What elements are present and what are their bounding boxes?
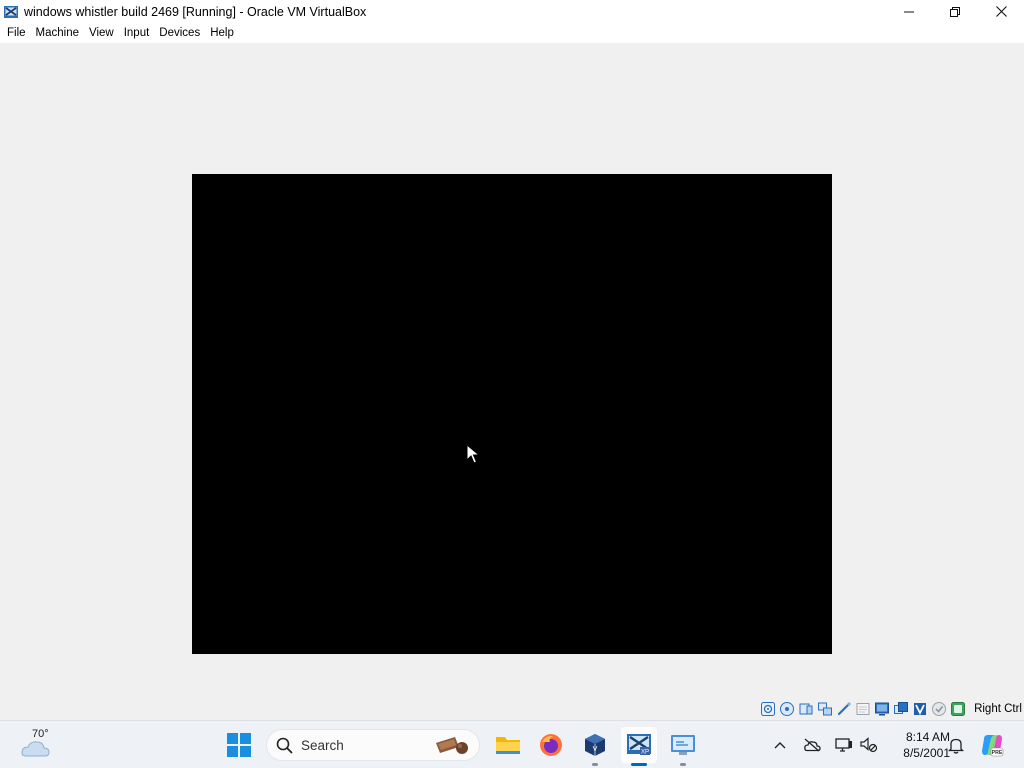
chevron-up-icon (774, 742, 786, 749)
search-icon (276, 737, 293, 753)
menu-devices[interactable]: Devices (154, 23, 205, 43)
cpu-icon[interactable] (912, 701, 928, 717)
shared-folders-icon[interactable] (855, 701, 871, 717)
menu-help[interactable]: Help (205, 23, 239, 43)
copilot-icon: PRE (982, 735, 1004, 757)
recording-icon[interactable] (893, 701, 909, 717)
mouse-pointer-icon (466, 444, 480, 464)
mouse-integration-icon[interactable] (950, 701, 966, 717)
search-label: Search (301, 737, 344, 753)
maximize-button[interactable] (932, 0, 978, 23)
running-indicator (592, 763, 598, 766)
taskbar-app-remote-desktop[interactable] (665, 727, 701, 766)
virtualbox-vm-icon: XP (627, 734, 651, 756)
host-key-label[interactable]: Right Ctrl (974, 701, 1022, 717)
virtualbox-vm-icon (4, 5, 18, 18)
taskbar: 70° Search V XP 8:14 AM 8/5/2001 PRE (0, 720, 1024, 768)
taskbar-app-file-explorer[interactable] (490, 727, 526, 763)
vt-x-icon[interactable] (931, 701, 947, 717)
display-network-icon (835, 738, 852, 752)
taskbar-search[interactable]: Search (266, 729, 480, 761)
taskbar-app-firefox[interactable] (533, 727, 569, 763)
start-button[interactable] (221, 727, 257, 763)
tray-display-network[interactable] (834, 735, 854, 755)
taskbar-app-virtualbox-manager[interactable]: V (577, 727, 613, 766)
vm-status-bar: Right Ctrl (0, 699, 1024, 720)
svg-text:PRE: PRE (992, 750, 1003, 756)
network-icon[interactable] (817, 701, 833, 717)
file-explorer-icon (496, 737, 520, 754)
title-bar: windows whistler build 2469 [Running] - … (0, 0, 1024, 23)
window-title: windows whistler build 2469 [Running] - … (24, 4, 367, 19)
menu-view[interactable]: View (84, 23, 119, 43)
minimize-button[interactable] (886, 0, 932, 23)
clock-time: 8:14 AM (905, 730, 950, 744)
active-indicator (631, 763, 647, 766)
start-icon (227, 733, 251, 757)
system-clock[interactable]: 8:14 AM 8/5/2001 (884, 729, 950, 761)
close-icon (995, 6, 1007, 17)
firefox-icon (540, 734, 562, 756)
hard-disk-icon[interactable] (760, 701, 776, 717)
vm-screen[interactable] (192, 174, 832, 654)
maximize-icon (950, 6, 960, 17)
close-button[interactable] (978, 0, 1024, 23)
menu-file[interactable]: File (2, 23, 31, 43)
svg-text:V: V (593, 746, 598, 753)
window-controls (886, 0, 1024, 23)
usb-icon[interactable] (836, 701, 852, 717)
tray-onedrive[interactable] (802, 735, 822, 755)
weather-temperature: 70° (32, 728, 49, 740)
vm-display-area (0, 43, 1024, 699)
tray-volume[interactable] (859, 735, 879, 755)
menu-machine[interactable]: Machine (31, 23, 84, 43)
search-highlight-icon (436, 737, 468, 754)
svg-text:XP: XP (641, 750, 649, 756)
onedrive-icon (804, 738, 821, 752)
menu-bar: File Machine View Input Devices Help (0, 23, 1024, 43)
notifications-button[interactable] (946, 735, 966, 755)
remote-desktop-icon (671, 735, 695, 755)
clock-date: 8/5/2001 (903, 746, 950, 760)
device-status-icons (760, 701, 966, 717)
menu-input[interactable]: Input (119, 23, 155, 43)
notifications-icon (948, 738, 964, 754)
audio-icon[interactable] (798, 701, 814, 717)
minimize-icon (904, 11, 914, 12)
copilot-button[interactable]: PRE (980, 733, 1004, 757)
virtualbox-manager-icon: V (585, 734, 605, 756)
mute-icon (860, 737, 878, 753)
show-hidden-icons-button[interactable] (770, 735, 790, 755)
running-indicator (680, 763, 686, 766)
taskbar-app-virtualbox-vm[interactable]: XP (621, 727, 657, 766)
optical-drive-icon[interactable] (779, 701, 795, 717)
display-icon[interactable] (874, 701, 890, 717)
